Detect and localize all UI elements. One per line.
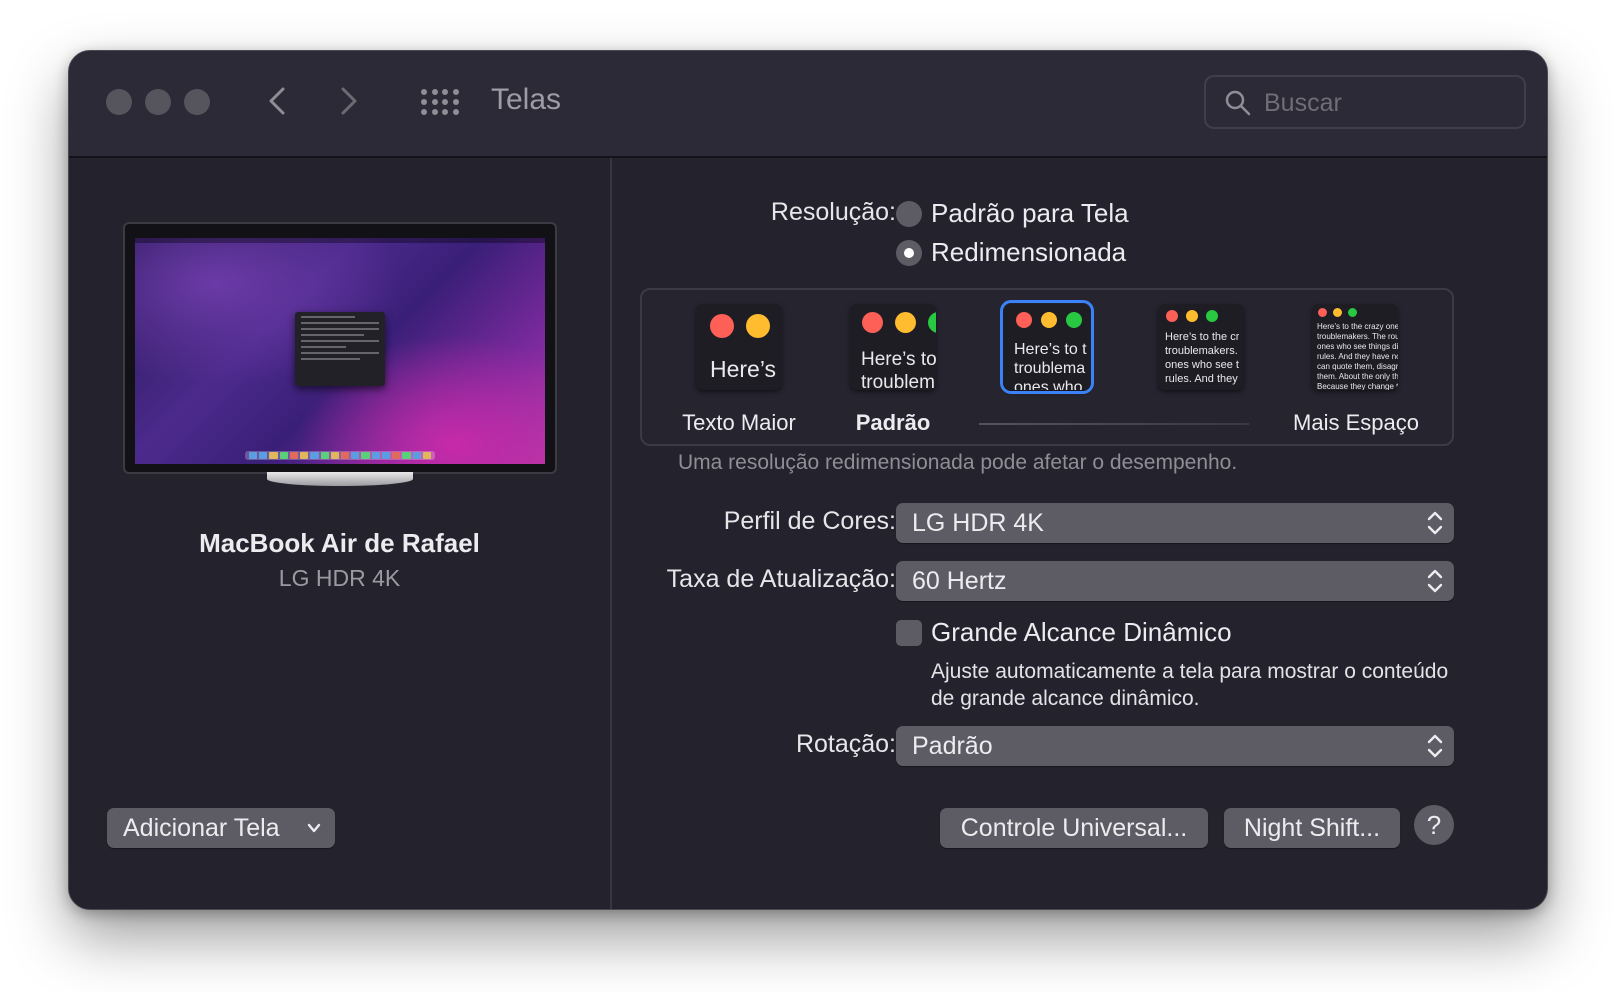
display-settings-panel: Resolução: Padrão para Tela Redimensiona… [614, 158, 1547, 909]
rotation-value: Padrão [912, 731, 993, 760]
minimize-window-button[interactable] [145, 89, 171, 115]
resolution-option-medium[interactable]: Here’s to t troublema ones who [1000, 300, 1094, 394]
scaled-resolution-note: Uma resolução redimensionada pode afetar… [678, 451, 1238, 474]
hdr-checkbox[interactable] [896, 620, 922, 646]
chevron-down-icon [307, 823, 321, 833]
refresh-rate-value: 60 Hertz [912, 566, 1007, 595]
up-down-chevron-icon [1427, 569, 1443, 593]
thumbnail-sample-text: Here’s to the cr troublemakers. ones who… [1165, 331, 1240, 385]
resolution-option-more-space[interactable]: Here’s to the crazy one troublemakers. T… [1312, 304, 1398, 390]
title-bar: Telas Buscar [69, 51, 1547, 158]
refresh-rate-label: Taxa de Atualização: [666, 565, 896, 593]
search-icon [1225, 90, 1251, 116]
universal-control-button[interactable]: Controle Universal... [940, 808, 1208, 848]
add-screen-label: Adicionar Tela [123, 813, 280, 842]
rotation-select[interactable]: Padrão [896, 726, 1454, 766]
chevron-right-icon [341, 87, 357, 115]
zoom-window-button[interactable] [184, 89, 210, 115]
resolution-option-larger-text[interactable]: Here’s [696, 304, 782, 390]
label-larger-text: Texto Maior [682, 410, 796, 435]
preview-window-thumbnail [295, 312, 385, 386]
monitor-stand [267, 472, 413, 486]
up-down-chevron-icon [1427, 511, 1443, 535]
up-down-chevron-icon [1427, 734, 1443, 758]
add-screen-button[interactable]: Adicionar Tela [107, 808, 335, 848]
thumbnail-sample-text: Here’s to troublem [861, 349, 936, 390]
radio-scaled-label: Redimensionada [931, 237, 1127, 267]
show-all-grid-icon[interactable] [421, 89, 459, 115]
resolution-option-more[interactable]: Here’s to the cr troublemakers. ones who… [1158, 304, 1244, 390]
resolution-option-default[interactable]: Here’s to troublem [850, 304, 936, 390]
thumbnail-sample-text: Here’s to the crazy one troublemakers. T… [1317, 322, 1398, 390]
radio-scaled[interactable] [896, 240, 922, 266]
device-name: MacBook Air de Rafael [199, 528, 480, 558]
thumbnail-sample-text: Here’s to t troublema ones who [1014, 341, 1087, 390]
device-model: LG HDR 4K [278, 565, 401, 591]
back-button[interactable] [259, 83, 295, 119]
monitor-frame [123, 222, 557, 474]
label-more-space: Mais Espaço [1293, 410, 1419, 435]
hdr-label: Grande Alcance Dinâmico [931, 617, 1232, 647]
help-button[interactable]: ? [1414, 805, 1454, 845]
window-title: Telas [491, 83, 562, 116]
radio-default-for-display[interactable] [896, 201, 922, 227]
monitor-wallpaper-image [135, 238, 545, 464]
display-sidebar: MacBook Air de Rafael LG HDR 4K Adiciona… [69, 158, 612, 909]
radio-default-label: Padrão para Tela [931, 198, 1129, 228]
label-default: Padrão [855, 410, 931, 435]
resolution-label: Resolução: [770, 198, 896, 226]
color-profile-select[interactable]: LG HDR 4K [896, 503, 1454, 543]
search-placeholder: Buscar [1264, 89, 1342, 117]
display-monitor-preview[interactable] [123, 222, 557, 486]
hdr-description: Ajuste automaticamente a tela para mostr… [931, 660, 1449, 710]
color-profile-value: LG HDR 4K [912, 508, 1044, 537]
chevron-left-icon [269, 87, 285, 115]
thumbnail-sample-text: Here’s [710, 356, 777, 382]
resolution-options-box: Here’s Here’s to troublem Here’s to t tr… [640, 288, 1454, 446]
close-window-button[interactable] [106, 89, 132, 115]
search-field[interactable]: Buscar [1204, 75, 1526, 129]
display-preferences-window: Telas Buscar MacBook Air de Rafael LG HD… [68, 50, 1548, 910]
rotation-label: Rotação: [795, 730, 896, 758]
refresh-rate-select[interactable]: 60 Hertz [896, 561, 1454, 601]
resolution-scale-track [979, 423, 1249, 425]
night-shift-button[interactable]: Night Shift... [1224, 808, 1400, 848]
color-profile-label: Perfil de Cores: [723, 507, 896, 535]
preview-dock [245, 451, 435, 460]
forward-button[interactable] [331, 83, 367, 119]
